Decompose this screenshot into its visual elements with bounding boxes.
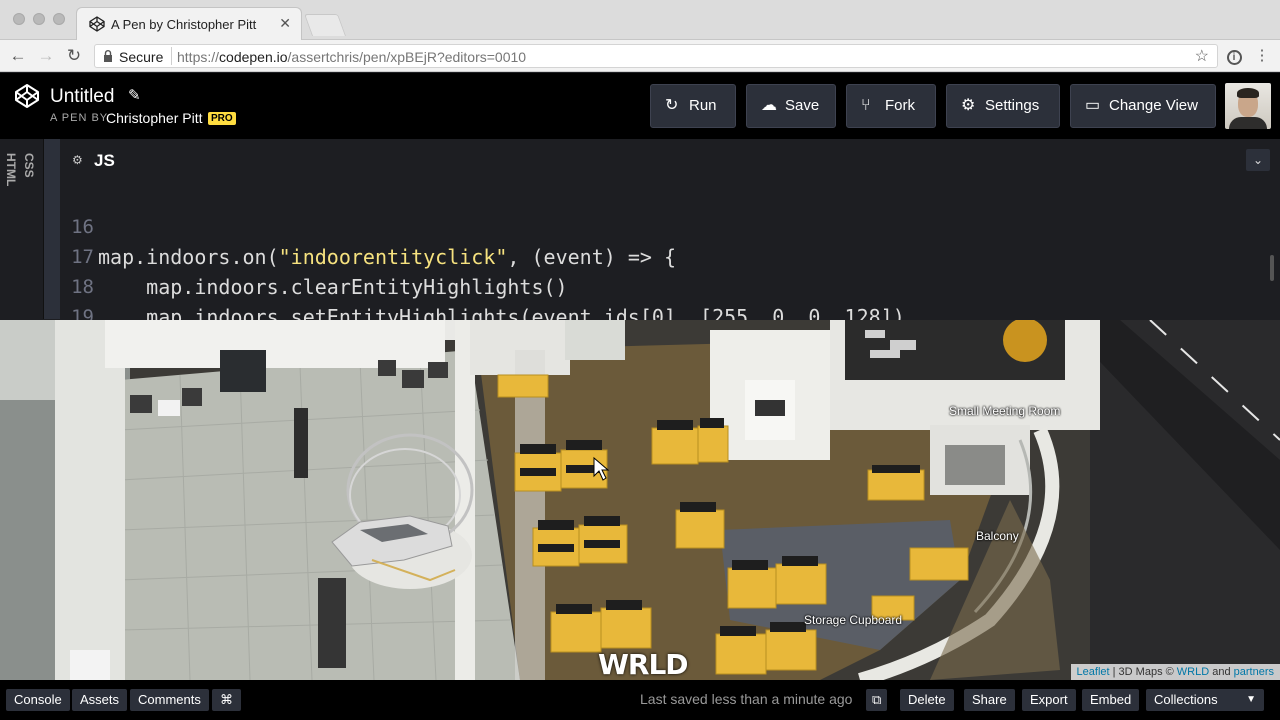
code-segment: , (event) => {	[507, 245, 676, 269]
back-arrow-icon[interactable]: ←	[6, 44, 30, 68]
wrld-link[interactable]: WRLD	[1177, 666, 1209, 678]
save-button[interactable]: ☁ Save	[746, 84, 836, 128]
external-link-icon[interactable]: ⧉	[866, 689, 888, 711]
code-text: map.indoors.clearEntityHighlights()	[98, 275, 568, 299]
code-line: 16 map.indoors.on("indoorentityclick", (…	[60, 182, 676, 269]
collections-button[interactable]: Collections ▼	[1146, 689, 1264, 711]
room-label-balcony: Balcony	[976, 529, 1019, 543]
chevron-down-icon[interactable]: ⌄	[1246, 149, 1270, 171]
gear-icon: ⚙	[961, 97, 976, 114]
codepen-header: Untitled ✎ A PEN BY Christopher Pitt PRO…	[0, 73, 1280, 139]
url-path: /assertchris/pen/xpBEjR?editors=0010	[287, 49, 527, 65]
editor-resize-handle[interactable]	[44, 139, 60, 319]
new-tab-button[interactable]	[303, 14, 347, 36]
last-saved-status: Last saved less than a minute ago	[640, 691, 853, 707]
code-text: map.indoors.on("indoorentityclick", (eve…	[98, 242, 676, 272]
editor-settings-gear-icon[interactable]: ⚙	[72, 153, 83, 167]
url-text[interactable]: https://codepen.io/assertchris/pen/xpBEj…	[177, 49, 526, 65]
collapsed-editor-tabs: CSS HTML	[0, 139, 44, 319]
close-window-button[interactable]	[13, 13, 25, 25]
save-button-label: Save	[785, 97, 820, 114]
partners-link[interactable]: partners	[1234, 666, 1274, 678]
share-button[interactable]: Share	[964, 689, 1015, 711]
keyboard-shortcuts-button[interactable]: ⌘	[212, 689, 241, 711]
map-preview[interactable]: Small Meeting Room Balcony Storage Cupbo…	[0, 320, 1280, 680]
minimize-window-button[interactable]	[33, 13, 45, 25]
code-line: 18 map.indoors.setEntityHighlights(event…	[60, 242, 905, 329]
html-editor-tab[interactable]: HTML	[4, 153, 18, 186]
collections-label: Collections	[1154, 692, 1218, 707]
pro-badge: PRO	[208, 112, 236, 125]
user-avatar[interactable]	[1225, 83, 1271, 129]
code-string: "indoorentityclick"	[278, 245, 508, 269]
indoor-map-render[interactable]	[0, 320, 1280, 680]
code-line: 19 })	[60, 272, 156, 359]
reload-icon[interactable]: ↻	[62, 44, 86, 68]
run-button[interactable]: ↻ Run	[650, 84, 736, 128]
caret-down-icon: ▼	[1246, 694, 1256, 705]
leaflet-link[interactable]: Leaflet	[1077, 666, 1110, 678]
fork-button[interactable]: ⑂ Fork	[846, 84, 936, 128]
close-tab-icon[interactable]: ✕	[279, 15, 291, 32]
fork-button-label: Fork	[885, 97, 915, 114]
css-editor-tab[interactable]: CSS	[22, 153, 36, 178]
export-button[interactable]: Export	[1022, 689, 1076, 711]
editor-language-label: JS	[94, 151, 115, 170]
bookmark-star-icon[interactable]: ☆	[1195, 46, 1209, 66]
console-button[interactable]: Console	[6, 689, 70, 711]
codepen-favicon-icon	[89, 16, 105, 32]
browser-tab[interactable]: A Pen by Christopher Pitt ✕	[76, 7, 302, 40]
browser-menu-icon[interactable]: ⋮	[1250, 44, 1274, 68]
codepen-logo-icon[interactable]	[14, 83, 40, 109]
pen-title[interactable]: Untitled	[50, 86, 114, 108]
view-layout-icon: ▭	[1085, 97, 1101, 114]
settings-button-label: Settings	[985, 97, 1040, 114]
forward-arrow-icon[interactable]: →	[34, 44, 58, 68]
cloud-icon: ☁	[761, 97, 777, 114]
extension-info-icon[interactable]: i	[1222, 44, 1246, 68]
assets-button[interactable]: Assets	[72, 689, 128, 711]
run-button-label: Run	[689, 97, 717, 114]
url-scheme: https://	[177, 49, 220, 65]
js-editor[interactable]: ⚙ JS ⌄ 16 map.indoors.on("indoorentitycl…	[60, 139, 1280, 359]
settings-button[interactable]: ⚙ Settings	[946, 84, 1060, 128]
change-view-button-label: Change View	[1109, 97, 1198, 114]
browser-toolbar: ← → ↻ Secure https://codepen.io/assertch…	[0, 40, 1280, 72]
js-editor-header: ⚙ JS ⌄	[60, 147, 1280, 175]
room-label-small-meeting-room: Small Meeting Room	[949, 404, 1061, 418]
edit-title-pencil-icon[interactable]: ✎	[128, 86, 141, 104]
embed-button[interactable]: Embed	[1082, 689, 1140, 711]
url-divider	[171, 47, 172, 65]
lock-icon	[104, 50, 112, 62]
code-line: 17 map.indoors.clearEntityHighlights()	[60, 212, 568, 299]
codepen-footer: Console Assets Comments ⌘ Last saved les…	[0, 680, 1280, 720]
url-host: codepen.io	[219, 49, 288, 65]
editor-scrollbar[interactable]	[1270, 255, 1274, 281]
pen-author[interactable]: Christopher Pitt	[106, 110, 202, 126]
secure-label: Secure	[119, 49, 164, 65]
zoom-window-button[interactable]	[53, 13, 65, 25]
change-view-button[interactable]: ▭ Change View	[1070, 84, 1216, 128]
address-bar[interactable]: Secure https://codepen.io/assertchris/pe…	[94, 44, 1218, 68]
browser-tab-strip: A Pen by Christopher Pitt ✕	[0, 0, 1280, 40]
tab-title: A Pen by Christopher Pitt	[111, 17, 257, 32]
delete-button[interactable]: Delete	[900, 689, 954, 711]
room-label-storage-cupboard: Storage Cupboard	[804, 613, 903, 627]
pen-by-label: A PEN BY	[50, 112, 109, 124]
map-attribution: Leaflet | 3D Maps © WRLD and partners	[1070, 664, 1280, 680]
run-icon: ↻	[665, 97, 679, 114]
wrld-logo: WRLD	[598, 648, 689, 680]
editor-area: CSS HTML ⚙ JS ⌄ 16 map.indoors.on("indoo…	[0, 139, 1280, 359]
comments-button[interactable]: Comments	[130, 689, 209, 711]
fork-icon: ⑂	[861, 97, 871, 114]
attribution-text: and	[1209, 666, 1234, 678]
attribution-text: | 3D Maps ©	[1109, 666, 1177, 678]
